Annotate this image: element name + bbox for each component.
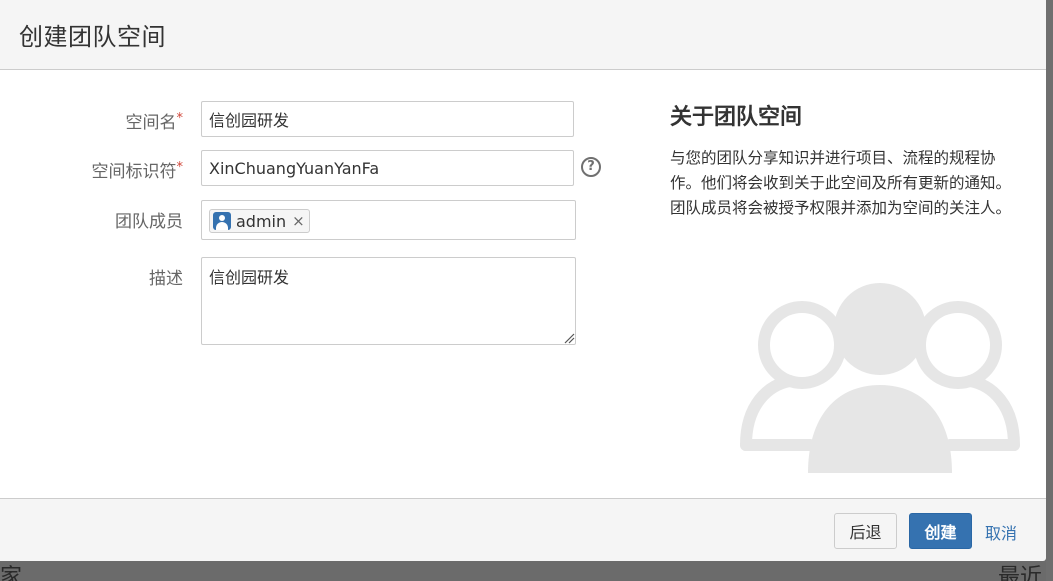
required-mark: * (176, 160, 184, 175)
dialog-body: 空间名* 空间标识符* ? 团队成员 admin × 描述 信创园研发 关于团队… (0, 70, 1046, 498)
description-label: 描述 (149, 269, 183, 289)
question-circle-icon[interactable]: ? (581, 157, 601, 177)
space-key-label: 空间标识符* (0, 157, 184, 182)
dialog-title: 创建团队空间 (19, 23, 166, 51)
team-group-icon (740, 283, 1020, 473)
resize-handle-icon[interactable] (562, 331, 575, 344)
description-textarea[interactable]: 信创园研发 (201, 257, 576, 345)
back-button[interactable]: 后退 (834, 513, 897, 549)
create-team-space-dialog: 创建团队空间 空间名* 空间标识符* ? 团队成员 admin × 描述 信创园… (0, 0, 1046, 561)
remove-member-icon[interactable]: × (292, 212, 305, 230)
background-text-left: 家流 (0, 565, 23, 581)
team-members-input[interactable]: admin × (201, 200, 576, 240)
space-name-label: 空间名* (0, 108, 184, 133)
user-avatar-icon (213, 212, 231, 230)
background-text-right: 最近 (998, 565, 1043, 581)
about-title: 关于团队空间 (670, 105, 803, 130)
about-description: 与您的团队分享知识并进行项目、流程的规程协作。他们将会收到关于此空间及所有更新的… (670, 149, 1012, 217)
dialog-footer: 后退 创建 取消 (0, 498, 1046, 561)
create-button[interactable]: 创建 (909, 513, 972, 549)
background-strip (1046, 0, 1053, 110)
space-name-input[interactable] (201, 101, 574, 137)
space-key-label-text: 空间标识符 (91, 162, 177, 182)
member-name: admin (236, 211, 287, 231)
cancel-link[interactable]: 取消 (985, 520, 1017, 544)
space-name-label-text: 空间名 (125, 113, 177, 133)
required-mark: * (176, 111, 184, 126)
space-key-input[interactable] (201, 150, 574, 186)
member-tag-admin: admin × (209, 209, 310, 233)
dialog-header: 创建团队空间 (0, 0, 1046, 70)
background-page-edge (1046, 0, 1053, 581)
team-members-label: 团队成员 (115, 212, 183, 232)
